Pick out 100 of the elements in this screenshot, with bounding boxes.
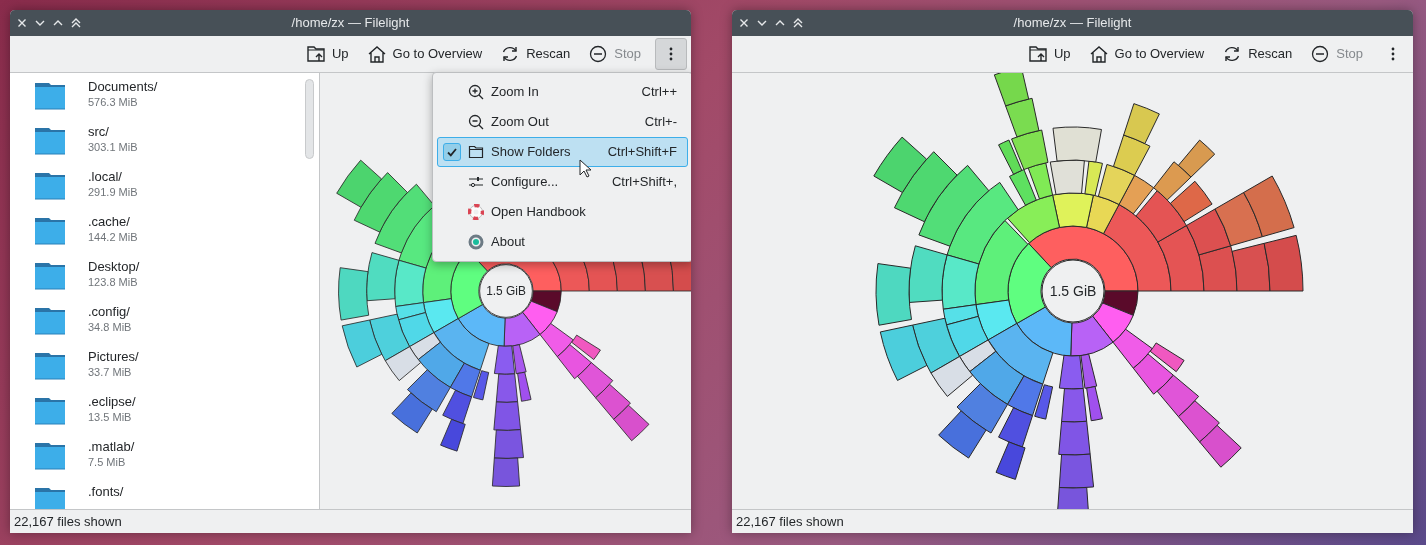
sunburst-segment[interactable] [1079, 353, 1097, 389]
sunburst-segment[interactable] [1015, 306, 1072, 357]
sunburst-segment[interactable] [1091, 302, 1134, 343]
sunburst-segment[interactable] [511, 344, 527, 375]
sunburst-segment[interactable] [516, 371, 531, 402]
sunburst-segment[interactable] [408, 332, 441, 360]
sunburst-segment[interactable] [1101, 290, 1138, 316]
sunburst-segment[interactable] [1069, 315, 1113, 357]
sunburst-segment[interactable] [353, 172, 408, 233]
sunburst-segment[interactable] [530, 290, 562, 313]
sunburst-segment[interactable] [491, 457, 520, 487]
toolbar-button[interactable]: Rescan [1214, 39, 1301, 69]
sunburst-segment[interactable] [539, 323, 574, 358]
sunburst-segment[interactable] [1083, 160, 1103, 196]
toolbar-button[interactable]: Go to Overview [358, 39, 491, 69]
folder-list-item[interactable]: src/ 303.1 MiB [10, 118, 300, 163]
sunburst-segment[interactable] [422, 298, 459, 334]
sunburst-segment[interactable] [993, 73, 1029, 107]
sunburst-segment[interactable] [406, 369, 451, 413]
sunburst-segment[interactable] [1006, 194, 1060, 244]
toolbar-button[interactable]: Up [1019, 39, 1079, 69]
folder-list-item[interactable]: Desktop/ 123.8 MiB [10, 253, 300, 298]
toolbar-button[interactable]: Up [297, 39, 357, 69]
menu-item[interactable]: Configure... Ctrl+Shift+, [437, 167, 688, 197]
sunburst-segment[interactable] [337, 267, 369, 321]
sunburst-segment[interactable] [556, 344, 592, 380]
sunburst-segment[interactable] [942, 304, 979, 326]
sunburst-segment[interactable] [1060, 387, 1087, 423]
sunburst-segment[interactable] [946, 181, 1019, 265]
sunburst-segment[interactable] [439, 418, 466, 452]
folder-list-item[interactable]: .eclipse/ 13.5 MiB [10, 388, 300, 433]
double-chevron-up-icon[interactable] [70, 17, 82, 29]
sunburst-segment[interactable] [1185, 208, 1231, 256]
folder-list-item[interactable]: .cache/ 144.2 MiB [10, 208, 300, 253]
sunburst-segment[interactable] [1033, 384, 1053, 420]
sunburst-segment[interactable] [917, 164, 989, 247]
sunburst-segment[interactable] [997, 139, 1022, 175]
sunburst-segment[interactable] [417, 341, 465, 388]
sunburst-segment[interactable] [1149, 342, 1185, 373]
sunburst-segment[interactable] [493, 429, 524, 459]
folder-list-item[interactable]: Documents/ 576.3 MiB [10, 73, 300, 118]
sunburst-segment[interactable] [911, 317, 960, 374]
sunburst-segment[interactable] [1006, 375, 1043, 417]
center-circle[interactable] [1041, 259, 1104, 323]
sunburst-segment[interactable] [390, 392, 433, 434]
sunburst-segment[interactable] [374, 183, 435, 254]
sunburst-segment[interactable] [1027, 162, 1053, 200]
folder-list-item[interactable]: .config/ 34.8 MiB [10, 298, 300, 343]
sunburst-segment[interactable] [432, 318, 489, 371]
sunburst-segment[interactable] [1198, 424, 1242, 468]
sunburst-segment[interactable] [1007, 242, 1052, 324]
sunburst-segment[interactable] [1097, 163, 1135, 205]
sunburst-segment[interactable] [1169, 180, 1213, 223]
sunburst-segment[interactable] [368, 313, 410, 362]
sunburst-segment[interactable] [1004, 97, 1039, 138]
sunburst-segment[interactable] [1085, 194, 1119, 235]
sunburst-segment[interactable] [1058, 453, 1094, 489]
sunburst-segment[interactable] [893, 151, 958, 223]
sunburst-segment[interactable] [570, 334, 601, 360]
sunburst-segment[interactable] [956, 383, 1008, 434]
sunburst-segment[interactable] [594, 383, 631, 420]
sunburst-segment[interactable] [872, 136, 927, 193]
center-circle[interactable] [478, 264, 533, 318]
folder-list-item[interactable]: .fonts/ [10, 478, 300, 509]
sunburst-segment[interactable] [1051, 192, 1094, 228]
sunburst-segment[interactable] [449, 362, 481, 398]
sunburst-segment[interactable] [1177, 139, 1215, 178]
sunburst-segment[interactable] [1008, 169, 1037, 206]
sunburst-segment[interactable] [1231, 242, 1270, 292]
sunburst-segment[interactable] [879, 324, 927, 381]
sunburst-segment[interactable] [365, 252, 399, 302]
menu-item[interactable]: About [437, 227, 688, 257]
sunburst-segment[interactable] [1085, 386, 1103, 422]
sunburst-segment[interactable] [875, 263, 912, 326]
sunburst-segment[interactable] [335, 159, 382, 208]
sunburst-segment[interactable] [1214, 192, 1263, 247]
sunburst-segment[interactable] [457, 304, 505, 347]
sunburst-segment[interactable] [394, 302, 426, 321]
sunburst-segment[interactable] [1052, 126, 1102, 163]
sunburst-segment[interactable] [1242, 175, 1295, 238]
sunburst-segment[interactable] [929, 356, 973, 397]
menu-item[interactable]: Open Handbook [437, 197, 688, 227]
sunburst-segment[interactable] [1112, 134, 1150, 176]
sunburst-segment[interactable] [968, 350, 1024, 405]
sunburst-segment[interactable] [974, 220, 1028, 306]
sunburst-segment[interactable] [495, 373, 518, 403]
sunburst-segment[interactable] [1135, 190, 1187, 243]
sunburst-segment[interactable] [576, 362, 613, 399]
sunburst-segment[interactable] [997, 407, 1033, 448]
sunburst-segment[interactable] [1263, 234, 1303, 292]
sunburst-segment[interactable] [937, 410, 987, 459]
folder-list-item[interactable]: .local/ 291.9 MiB [10, 163, 300, 208]
folder-list-item[interactable]: Pictures/ 33.7 MiB [10, 343, 300, 388]
sunburst-segment[interactable] [1152, 161, 1191, 201]
sunburst-segment[interactable] [492, 401, 521, 431]
sunburst-segment[interactable] [1049, 159, 1085, 195]
sunburst-segment[interactable] [393, 259, 426, 307]
sunburst-segment[interactable] [503, 312, 540, 347]
sunburst-segment[interactable] [493, 345, 515, 375]
sunburst-segment[interactable] [974, 299, 1017, 341]
